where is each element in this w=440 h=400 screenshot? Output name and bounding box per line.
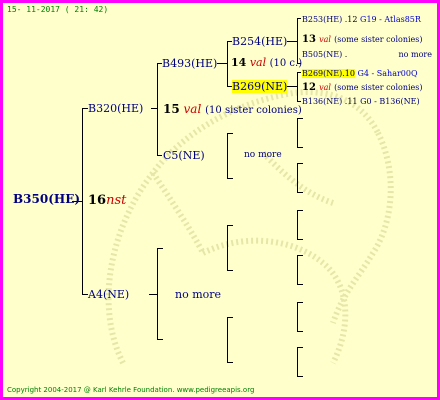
- a4-connector: [149, 294, 157, 295]
- b493-note: (10 c.): [269, 58, 303, 69]
- b320-stats: 15 val (10 sister colonies): [163, 102, 302, 116]
- r12-number: 12: [302, 82, 316, 93]
- b253-number: .12: [344, 15, 358, 24]
- a4-sub2-bracket: [227, 317, 228, 363]
- r13-tag: val: [319, 35, 331, 44]
- root-bracket: [82, 108, 83, 295]
- b505-number: .: [344, 50, 348, 59]
- root-tag: nst: [106, 193, 127, 208]
- empty-tick-5b: [297, 331, 303, 332]
- b269-link[interactable]: B269(NE): [232, 80, 288, 93]
- empty-tick-2a: [297, 163, 303, 164]
- r13-row: 13 val (some sister colonies): [302, 34, 423, 45]
- b493-stats: 14 val (10 c.): [231, 56, 302, 69]
- b253-link[interactable]: B253(HE): [302, 15, 342, 24]
- empty-tick-4b: [297, 284, 303, 285]
- b493-tag: val: [249, 56, 267, 69]
- a4-sub1-bracket: [227, 225, 228, 271]
- c5-tick: [157, 155, 162, 156]
- empty-tick-6a: [297, 347, 303, 348]
- empty-bracket-2: [297, 163, 298, 193]
- empty-bracket-6: [297, 347, 298, 377]
- b136-origin: G0 - B136(NE): [360, 97, 420, 106]
- b505-note: no more: [398, 50, 432, 59]
- empty-tick-4a: [297, 255, 303, 256]
- b320-number: 15: [163, 102, 180, 116]
- root-stats: 16nst: [88, 193, 126, 208]
- root-number: 16: [88, 193, 107, 208]
- empty-tick-5a: [297, 302, 303, 303]
- b505-row: B505(NE) . no more: [302, 50, 432, 59]
- b254-link[interactable]: B254(HE): [232, 35, 287, 48]
- a4-note: no more: [175, 288, 222, 301]
- b269b-link[interactable]: B269(NE): [302, 69, 343, 78]
- c5-bracket: [227, 133, 228, 179]
- a4-sub2-bottom: [227, 362, 233, 363]
- empty-bracket-5: [297, 302, 298, 332]
- a4-sub2-top: [227, 317, 233, 318]
- b320-note: (10 sister colonies): [205, 105, 302, 116]
- b269b-number: .10: [342, 69, 355, 78]
- empty-tick-6b: [297, 376, 303, 377]
- b136-number: .11: [344, 97, 358, 106]
- r12-tag: val: [319, 83, 331, 92]
- empty-tick-1a: [297, 118, 303, 119]
- b269b-origin: G4 - Sahar00Q: [357, 69, 418, 78]
- footer-copyright: Copyright 2004-2017 @ Karl Kehrle Founda…: [7, 386, 255, 394]
- a4-bracket: [157, 248, 158, 340]
- r13-number: 13: [302, 34, 316, 45]
- b493-connector: [217, 63, 227, 64]
- c5-bottom-tick: [227, 178, 233, 179]
- b269b-tick: [297, 72, 301, 73]
- b253-tick: [297, 18, 301, 19]
- c5-top-tick: [227, 133, 233, 134]
- a4-sub1-top: [227, 225, 233, 226]
- empty-bracket-1: [297, 118, 298, 148]
- empty-tick-3b: [297, 239, 303, 240]
- b253-row: B253(HE) .12 G19 - Atlas85R: [302, 15, 421, 24]
- b269-connector: [287, 86, 297, 87]
- b253-origin: G19 - Atlas85R: [360, 15, 421, 24]
- b320-bracket: [157, 63, 158, 156]
- b320-link[interactable]: B320(HE): [88, 102, 143, 115]
- a4-link[interactable]: A4(NE): [88, 288, 129, 301]
- empty-bracket-4: [297, 255, 298, 285]
- empty-bracket-3: [297, 210, 298, 240]
- b493-number: 14: [231, 56, 247, 69]
- a4-sub1-bottom: [227, 270, 233, 271]
- b493-link[interactable]: B493(HE): [162, 57, 217, 70]
- b136-link[interactable]: B136(NE): [302, 97, 342, 106]
- root-queen-link[interactable]: B350(HE): [13, 192, 80, 206]
- pedigree-frame: 15- 11-2017 ( 21: 42) B350(HE) 16nst B32…: [0, 0, 440, 400]
- b320-tag: val: [183, 102, 202, 116]
- b320-connector: [151, 108, 157, 109]
- b493-bracket: [227, 41, 228, 87]
- b269b-row: B269(NE).10 G4 - Sahar00Q: [302, 69, 418, 78]
- b254-connector: [287, 41, 297, 42]
- empty-tick-3a: [297, 210, 303, 211]
- c5-link[interactable]: C5(NE): [163, 149, 205, 162]
- b269-bracket: [297, 72, 298, 102]
- empty-tick-1b: [297, 147, 303, 148]
- a4-top-tick: [157, 248, 163, 249]
- r13-note: (some sister colonies): [334, 35, 423, 44]
- header-date: 15- 11-2017 ( 21: 42): [7, 5, 109, 14]
- r12-note: (some sister colonies): [334, 83, 423, 92]
- empty-tick-2b: [297, 192, 303, 193]
- b505-link[interactable]: B505(NE): [302, 50, 342, 59]
- a4-bottom-tick: [157, 339, 163, 340]
- c5-note: no more: [244, 150, 282, 160]
- r12-row: 12 val (some sister colonies): [302, 82, 423, 93]
- b136-row: B136(NE) .11 G0 - B136(NE): [302, 97, 420, 106]
